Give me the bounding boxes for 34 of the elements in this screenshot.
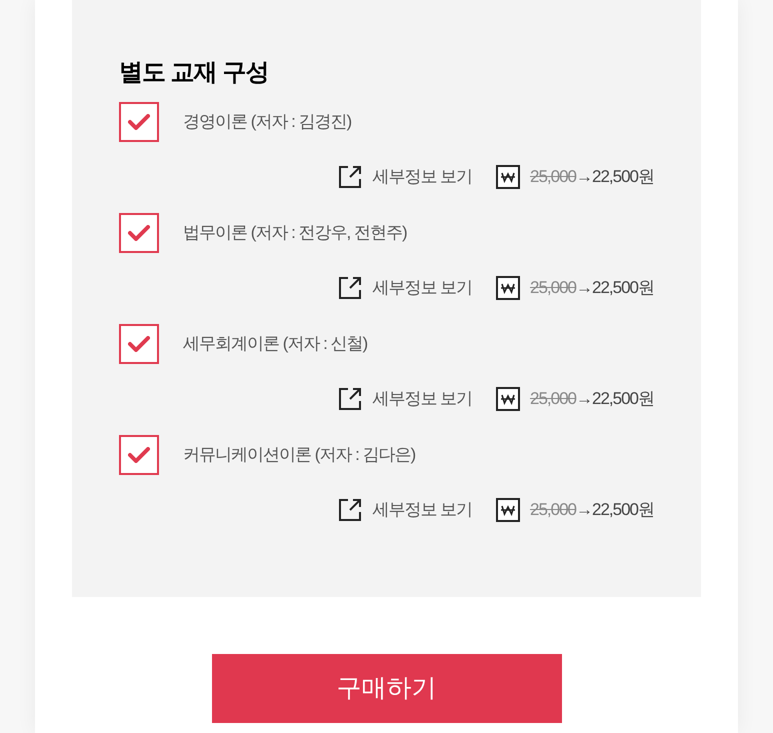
won-icon — [496, 276, 520, 300]
original-price: 25,000 — [530, 388, 576, 410]
book-title: 커뮤니케이션이론 (저자 : 김다은) — [183, 444, 416, 466]
checkbox[interactable] — [119, 213, 159, 253]
section-title: 별도 교재 구성 — [119, 58, 270, 88]
checkbox[interactable] — [119, 435, 159, 475]
sale-price: →22,500원 — [576, 498, 654, 521]
external-link-icon — [338, 276, 362, 300]
book-title: 경영이론 (저자 : 김경진) — [183, 111, 352, 134]
original-price: 25,000 — [530, 276, 576, 299]
external-link-icon — [338, 164, 362, 188]
check-icon — [128, 225, 150, 241]
original-price: 25,000 — [530, 498, 576, 521]
check-icon — [128, 336, 150, 352]
book-title: 세무회계이론 (저자 : 신철) — [183, 333, 368, 356]
check-icon — [128, 447, 150, 463]
checkbox[interactable] — [119, 102, 159, 142]
sale-price: →22,500원 — [576, 388, 654, 410]
external-link-icon — [338, 498, 362, 522]
details-link[interactable]: 세부정보 보기 — [372, 164, 472, 190]
sale-price: →22,500원 — [576, 166, 654, 188]
won-icon — [496, 164, 520, 188]
sale-price: →22,500원 — [576, 276, 654, 299]
details-link[interactable]: 세부정보 보기 — [372, 274, 472, 300]
details-link[interactable]: 세부정보 보기 — [372, 386, 472, 412]
details-link[interactable]: 세부정보 보기 — [372, 496, 472, 522]
checkbox[interactable] — [119, 324, 159, 364]
won-icon — [496, 386, 520, 410]
buy-button[interactable]: 구매하기 — [212, 654, 562, 723]
external-link-icon — [338, 386, 362, 410]
check-icon — [128, 114, 150, 130]
original-price: 25,000 — [530, 166, 576, 188]
won-icon — [496, 498, 520, 522]
book-title: 법무이론 (저자 : 전강우, 전현주) — [183, 222, 407, 244]
